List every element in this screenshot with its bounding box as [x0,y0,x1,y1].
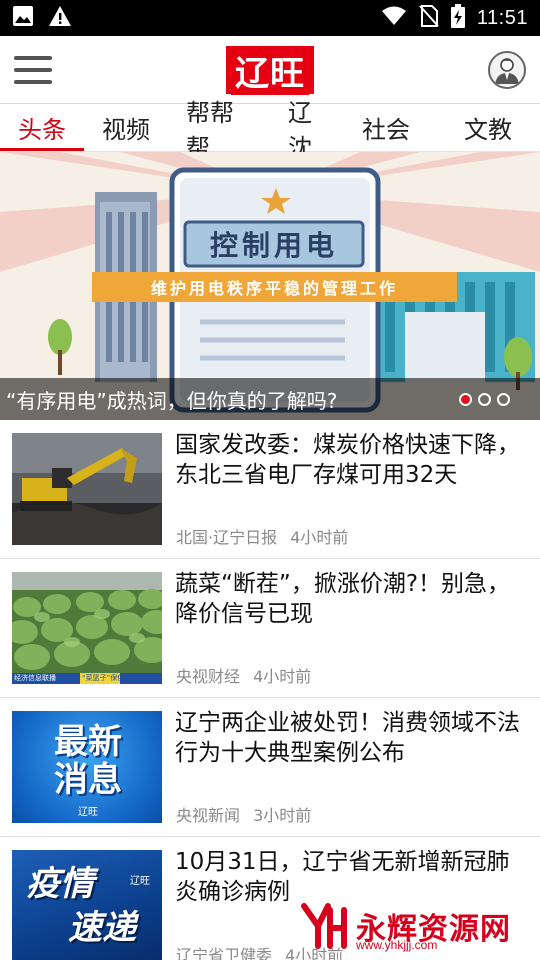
thumb-word-1: 最新 [54,722,122,762]
tab-culture-education[interactable]: 文教 [436,104,540,151]
news-list: 国家发改委：煤炭价格快速下降，东北三省电厂存煤可用32天 北国·辽宁日报 4小时… [0,420,540,960]
tab-liaoshen[interactable]: 辽沈 [270,99,336,162]
thumb-word-1: 疫情 [26,864,94,904]
watermark: 永辉资源网 www.yhkjjj.com [298,900,511,952]
news-item[interactable]: 国家发改委：煤炭价格快速下降，东北三省电厂存煤可用32天 北国·辽宁日报 4小时… [0,420,540,559]
thumb-logo: 辽旺 [130,876,150,887]
category-tabs: 头条 视频 帮帮帮 辽沈 社会 文教 [0,99,540,162]
carousel-dot-1[interactable] [459,393,472,406]
banner-sign-subtitle: 维护用电秩序平稳的管理工作 [150,279,398,298]
carousel-indicator [459,393,510,406]
tab-headlines[interactable]: 头条 [0,104,84,151]
thumb-word-2: 速递 [68,908,136,948]
news-title: 辽宁两企业被处罚！消费领域不法行为十大典型案例公布 [175,710,520,766]
user-avatar-icon[interactable] [488,50,526,89]
warning-icon [48,5,72,31]
news-time: 3小时前 [253,806,312,825]
news-source: 央视新闻 [176,806,241,825]
app-bar: 辽旺 [0,36,540,104]
status-time: 11:51 [476,6,528,29]
news-meta: 北国·辽宁日报 4小时前 [176,524,348,548]
news-meta: 央视新闻 3小时前 [176,802,311,826]
banner-sign-title: 控制用电 [209,229,338,262]
watermark-url: www.yhkjjj.com [356,938,438,952]
no-sim-icon [419,4,439,32]
news-item[interactable]: 经济信息联播 “菜篮子”保供 蔬菜“断茬”，掀涨价潮?！别急，降价信号已现 央视… [0,559,540,698]
watermark-logo-icon [301,903,347,949]
news-item[interactable]: 最新 消息 辽旺 辽宁两企业被处罚！消费领域不法行为十大典型案例公布 央视新闻 … [0,698,540,837]
excavator-coal-photo [12,433,162,545]
news-meta: 央视财经 4小时前 [176,663,311,687]
news-title: 国家发改委：煤炭价格快速下降，东北三省电厂存煤可用32天 [175,432,520,488]
news-title: 10月31日，辽宁省无新增新冠肺炎确诊病例 [175,849,510,905]
app-logo: 辽旺 [226,45,314,95]
carousel-dot-3[interactable] [497,393,510,406]
latest-news-graphic: 最新 消息 辽旺 [12,711,162,823]
thumb-caption-left: 经济信息联播 [14,674,56,682]
vegetable-field-photo: 经济信息联播 “菜篮子”保供 [12,572,162,684]
news-source: 辽宁省卫健委 [176,946,273,960]
logo-text: 辽旺 [231,45,309,95]
banner-caption-text: “有序用电”成热词，但你真的了解吗? [6,388,338,413]
epidemic-update-graphic: 疫情 速递 辽旺 [12,850,162,960]
wifi-icon [381,6,407,31]
news-title: 蔬菜“断茬”，掀涨价潮?！别急，降价信号已现 [175,571,511,627]
menu-icon[interactable] [14,55,52,84]
news-source: 北国·辽宁日报 [176,528,278,547]
thumb-caption-right: “菜篮子”保供 [82,674,125,682]
news-time: 4小时前 [253,667,312,686]
thumb-logo: 辽旺 [78,807,98,818]
thumb-word-2: 消息 [54,760,122,800]
tab-video[interactable]: 视频 [84,104,168,151]
image-icon [12,5,34,31]
tab-help[interactable]: 帮帮帮 [168,99,270,162]
tab-society[interactable]: 社会 [336,104,436,151]
battery-charging-icon [450,3,465,33]
carousel-dot-2[interactable] [478,393,491,406]
news-source: 央视财经 [176,667,241,686]
news-time: 4小时前 [290,528,349,547]
banner-carousel[interactable]: 控制用电 维护用电秩序平稳的管理工作 “有序用电”成热词，但你真的了解吗? [0,152,540,420]
status-bar: 11:51 [0,0,540,36]
